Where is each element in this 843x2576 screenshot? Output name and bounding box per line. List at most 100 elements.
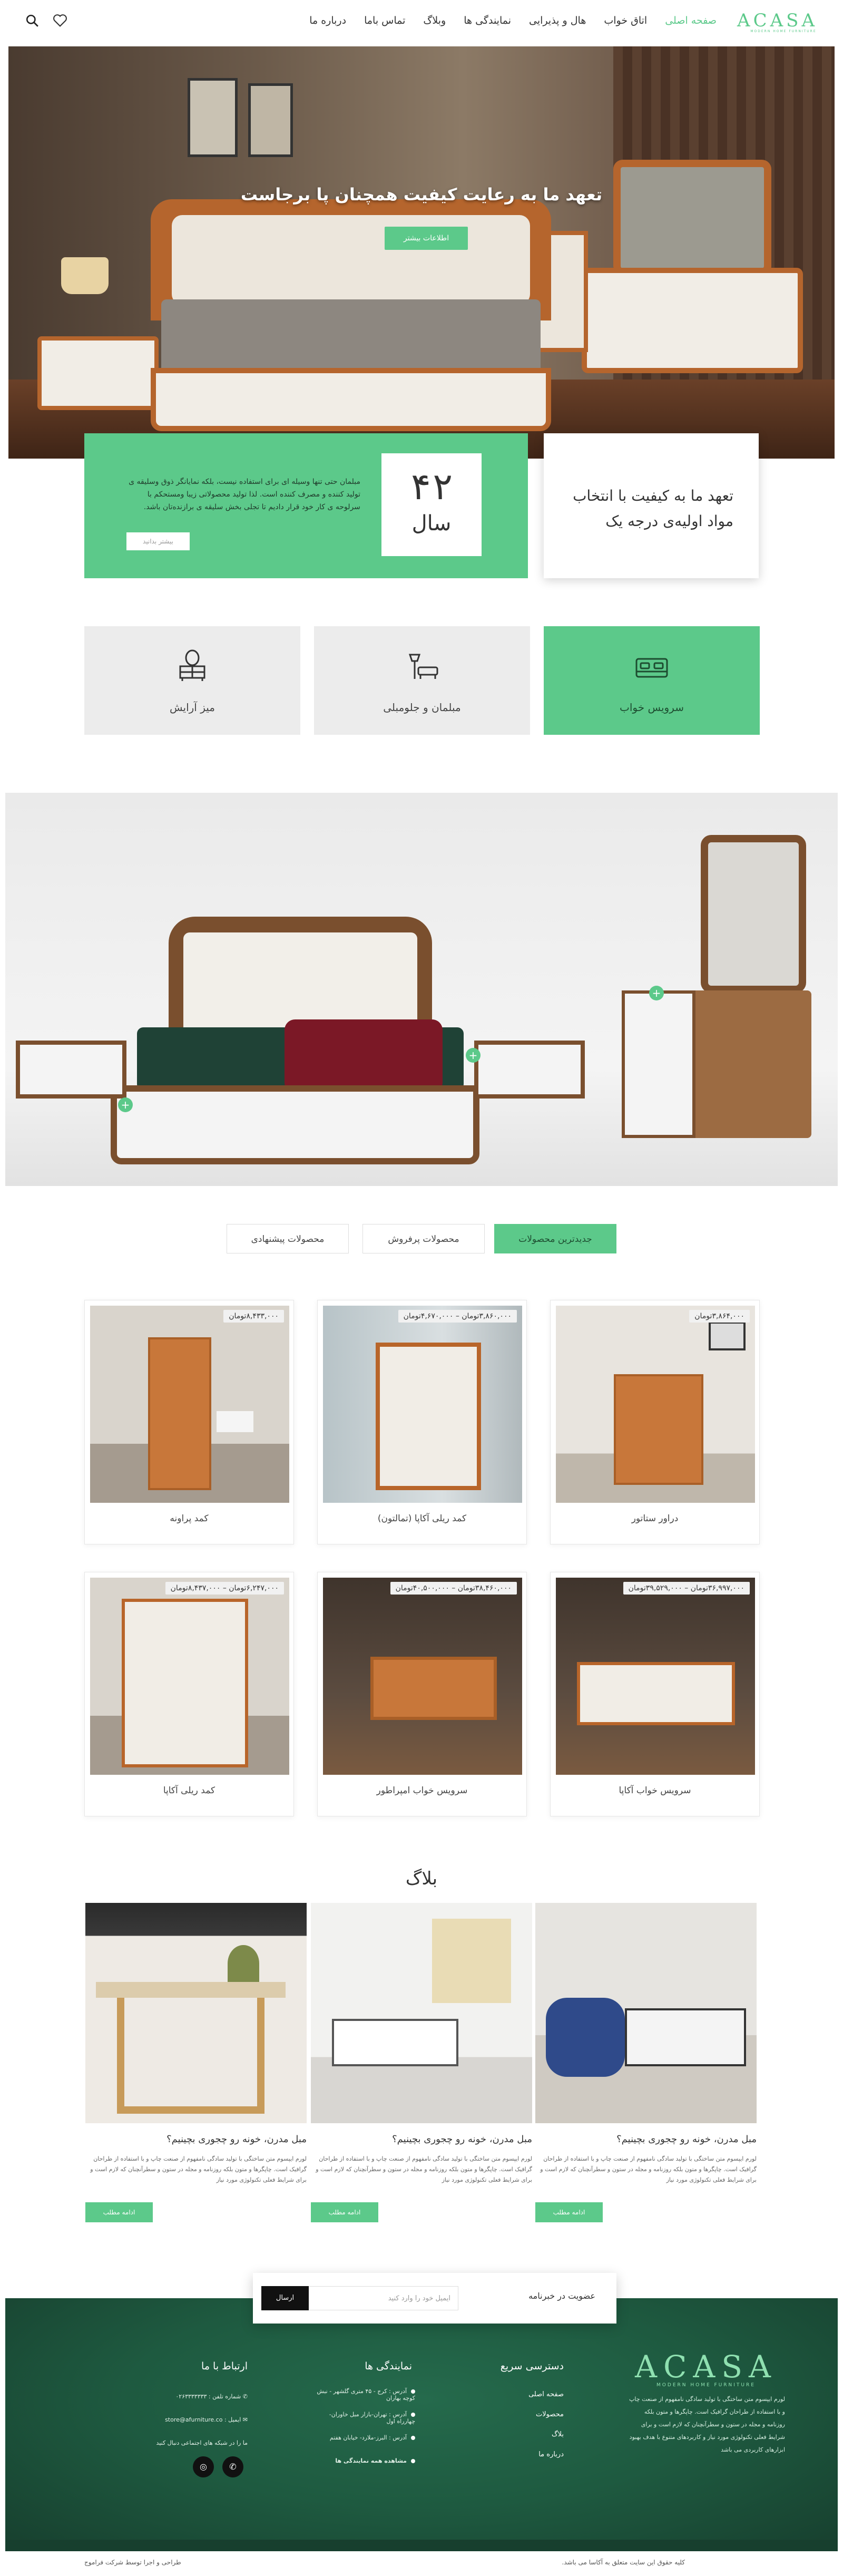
hero-title: تعهد ما به رعایت کیفیت همچنان پا برجاست [240, 184, 603, 205]
all-agents-link[interactable]: مشاهده همه نمایندگی ها [335, 2457, 407, 2464]
product-name[interactable]: کمد پراونه [85, 1513, 293, 1524]
intro-more-button[interactable]: بیشتر بدانید [126, 532, 190, 550]
blog-post-image[interactable] [85, 1903, 307, 2123]
footer-link-products[interactable]: محصولات [528, 2405, 564, 2425]
footer-about-text: لورم ایپسوم متن ساختگی با تولید سادگی نا… [629, 2396, 785, 2453]
hero-bed [151, 199, 551, 436]
footer-contact: ✆ شماره تلفن : ۰۲۶۳۳۳۳۳۳۳ ✉ ایمیل : stor… [121, 2393, 248, 2463]
product-dresser-shape [614, 1374, 703, 1485]
bullet-icon [411, 2436, 415, 2440]
designer-credit[interactable]: طراحی و اجرا توسط شرکت فراموج [84, 2559, 181, 2566]
tab-newest[interactable]: جدیدترین محصولات [494, 1224, 616, 1253]
nav-about[interactable]: درباره ما [309, 15, 346, 26]
category-label: میز آرایش [170, 701, 215, 714]
hero-banner [8, 46, 835, 459]
bullet-icon [411, 2413, 415, 2417]
hero-nightstand [37, 336, 159, 410]
product-name[interactable]: کمد ریلی آکاپا [85, 1785, 293, 1796]
category-furniture[interactable]: مبلمان و جلومبلی [314, 626, 530, 735]
product-card[interactable]: ۳۶,۹۹۷,۰۰۰تومان – ۳۹,۵۲۹,۰۰۰تومان سرویس … [550, 1572, 760, 1816]
tab-bestsellers[interactable]: محصولات پرفروش [362, 1224, 485, 1253]
blog-post-title[interactable]: مبل مدرن، خونه رو چجوری بچینیم؟ [535, 2134, 757, 2145]
plant [228, 1945, 259, 1982]
footer-logo[interactable]: ACASA MODERN HOME FURNITURE [632, 2351, 780, 2388]
product-price: ۸,۴۳۳,۰۰۰تومان [223, 1310, 284, 1323]
product-price: ۳۶,۹۹۷,۰۰۰تومان – ۳۹,۵۲۹,۰۰۰تومان [623, 1582, 750, 1595]
newsletter-box: عضویت در خبرنامه ایمیل خود را وارد کنید … [253, 2273, 616, 2324]
table-legs [117, 1998, 264, 2114]
heart-icon[interactable] [53, 14, 67, 30]
product-image[interactable] [323, 1306, 522, 1503]
product-card[interactable]: ۸,۴۳۳,۰۰۰تومان کمد پراونه [84, 1300, 294, 1544]
footer-agents-title: نمایندگی ها [365, 2360, 412, 2372]
header-icons [25, 14, 67, 30]
hero-more-button[interactable]: اطلاعات بیشتر [385, 227, 468, 250]
hotspot-plus-icon[interactable]: + [649, 986, 664, 1000]
product-wardrobe-shape [122, 1599, 248, 1767]
wall-art [432, 1919, 511, 2003]
footer-link-home[interactable]: صفحه اصلی [528, 2385, 564, 2405]
nav-blog[interactable]: وبلاگ [423, 15, 446, 26]
footer-logo-wordmark: ACASA [635, 2349, 777, 2385]
blog-post-image[interactable] [311, 1903, 532, 2123]
blog-post-title[interactable]: مبل مدرن، خونه رو چجوری بچینیم؟ [311, 2134, 532, 2145]
tab-suggested[interactable]: محصولات پیشنهادی [227, 1224, 349, 1253]
blog-post-excerpt: لورم ایپسوم متن ساختگی با تولید سادگی نا… [90, 2155, 307, 2183]
nav-bedroom[interactable]: اتاق خواب [604, 15, 647, 26]
intro-green-box: ۴۲ سال مبلمان حتی تنها وسیله ای برای است… [84, 433, 528, 578]
nav-agencies[interactable]: نمایندگی ها [464, 15, 511, 26]
nav-home[interactable]: صفحه اصلی [665, 15, 717, 26]
hotspot-plus-icon[interactable]: + [466, 1048, 481, 1063]
armchair-shape [546, 1998, 625, 2077]
nav-living[interactable]: هال و پذیرایی [529, 15, 586, 26]
product-image[interactable] [556, 1306, 755, 1503]
hotspot-plus-icon[interactable]: + [118, 1097, 133, 1112]
logo-tagline: MODERN HOME FURNITURE [750, 30, 817, 33]
newsletter-label: عضویت در خبرنامه [528, 2291, 595, 2301]
product-name[interactable]: کمد ریلی آکاپا (تمالتون) [318, 1513, 526, 1524]
product-image[interactable] [90, 1306, 289, 1503]
product-card[interactable]: ۳۸,۴۶۰,۰۰۰تومان – ۴۰,۵۰۰,۰۰۰تومان سرویس … [317, 1572, 527, 1816]
footer-quick-links: صفحه اصلی محصولات بلاگ درباره ما [528, 2385, 564, 2465]
product-image[interactable] [556, 1578, 755, 1775]
newsletter-submit-button[interactable]: ارسال [261, 2286, 309, 2310]
instagram-icon[interactable]: ◎ [193, 2456, 214, 2477]
product-card[interactable]: ۳,۸۶۴,۰۰۰تومان دراور ستاتور [550, 1300, 760, 1544]
footer-link-about[interactable]: درباره ما [528, 2445, 564, 2465]
nav-contact[interactable]: تماس باما [364, 15, 405, 26]
footer-link-blog[interactable]: بلاگ [528, 2425, 564, 2445]
blog-read-more-button[interactable]: ادامه مطلب [535, 2202, 603, 2222]
footer-email[interactable]: ایمیل : store@afurniture.co [165, 2416, 241, 2423]
blog-post-title[interactable]: مبل مدرن، خونه رو چجوری بچینیم؟ [85, 2134, 307, 2145]
product-image[interactable] [90, 1578, 289, 1775]
blog-post: مبل مدرن، خونه رو چجوری بچینیم؟ لورم ایپ… [85, 1903, 307, 2230]
product-name[interactable]: دراور ستاتور [551, 1513, 759, 1524]
quality-box: تعهد ما به کیفیت با انتخاب مواد اولیه‌ی … [544, 433, 759, 578]
coffee-table-shape [625, 2008, 746, 2066]
blog-post-image[interactable] [535, 1903, 757, 2123]
product-wardrobe-shape [148, 1337, 211, 1490]
site-logo[interactable]: ACASA MODERN HOME FURNITURE [737, 12, 818, 36]
product-image[interactable] [323, 1578, 522, 1775]
blog-read-more-button[interactable]: ادامه مطلب [311, 2202, 378, 2222]
product-card[interactable]: ۶,۲۴۷,۰۰۰تومان – ۸,۴۳۷,۰۰۰تومان کمد ریلی… [84, 1572, 294, 1816]
glass-table-top [96, 1982, 286, 1998]
product-name[interactable]: سرویس خواب آکاپا [551, 1785, 759, 1796]
product-name[interactable]: سرویس خواب امپراطور [318, 1785, 526, 1796]
footer-phone[interactable]: شماره تلفن : ۰۲۶۳۳۳۳۳۳۳ [175, 2393, 241, 2400]
product-price: ۳,۸۶۴,۰۰۰تومان [689, 1310, 750, 1323]
category-vanity[interactable]: میز آرایش [84, 626, 300, 735]
product-card[interactable]: ۳,۸۶۰,۰۰۰تومان – ۴,۶۷۰,۰۰۰تومان کمد ریلی… [317, 1300, 527, 1544]
blog-title: بلاگ [405, 1868, 438, 1889]
category-label: سرویس خواب [620, 701, 684, 714]
product-price: ۶,۲۴۷,۰۰۰تومان – ۸,۴۳۷,۰۰۰تومان [165, 1582, 284, 1595]
category-label: مبلمان و جلومبلی [383, 701, 461, 714]
whatsapp-icon[interactable]: ✆ [222, 2456, 243, 2477]
blog-read-more-button[interactable]: ادامه مطلب [85, 2202, 153, 2222]
search-icon[interactable] [25, 14, 39, 30]
newsletter-email-input[interactable]: ایمیل خود را وارد کنید [306, 2286, 458, 2310]
hero-lamp [61, 257, 109, 294]
category-bedroom[interactable]: سرویس خواب [544, 626, 760, 735]
product-price: ۳,۸۶۰,۰۰۰تومان – ۴,۶۷۰,۰۰۰تومان [398, 1310, 517, 1323]
blog-post: مبل مدرن، خونه رو چجوری بچینیم؟ لورم ایپ… [311, 1903, 532, 2230]
